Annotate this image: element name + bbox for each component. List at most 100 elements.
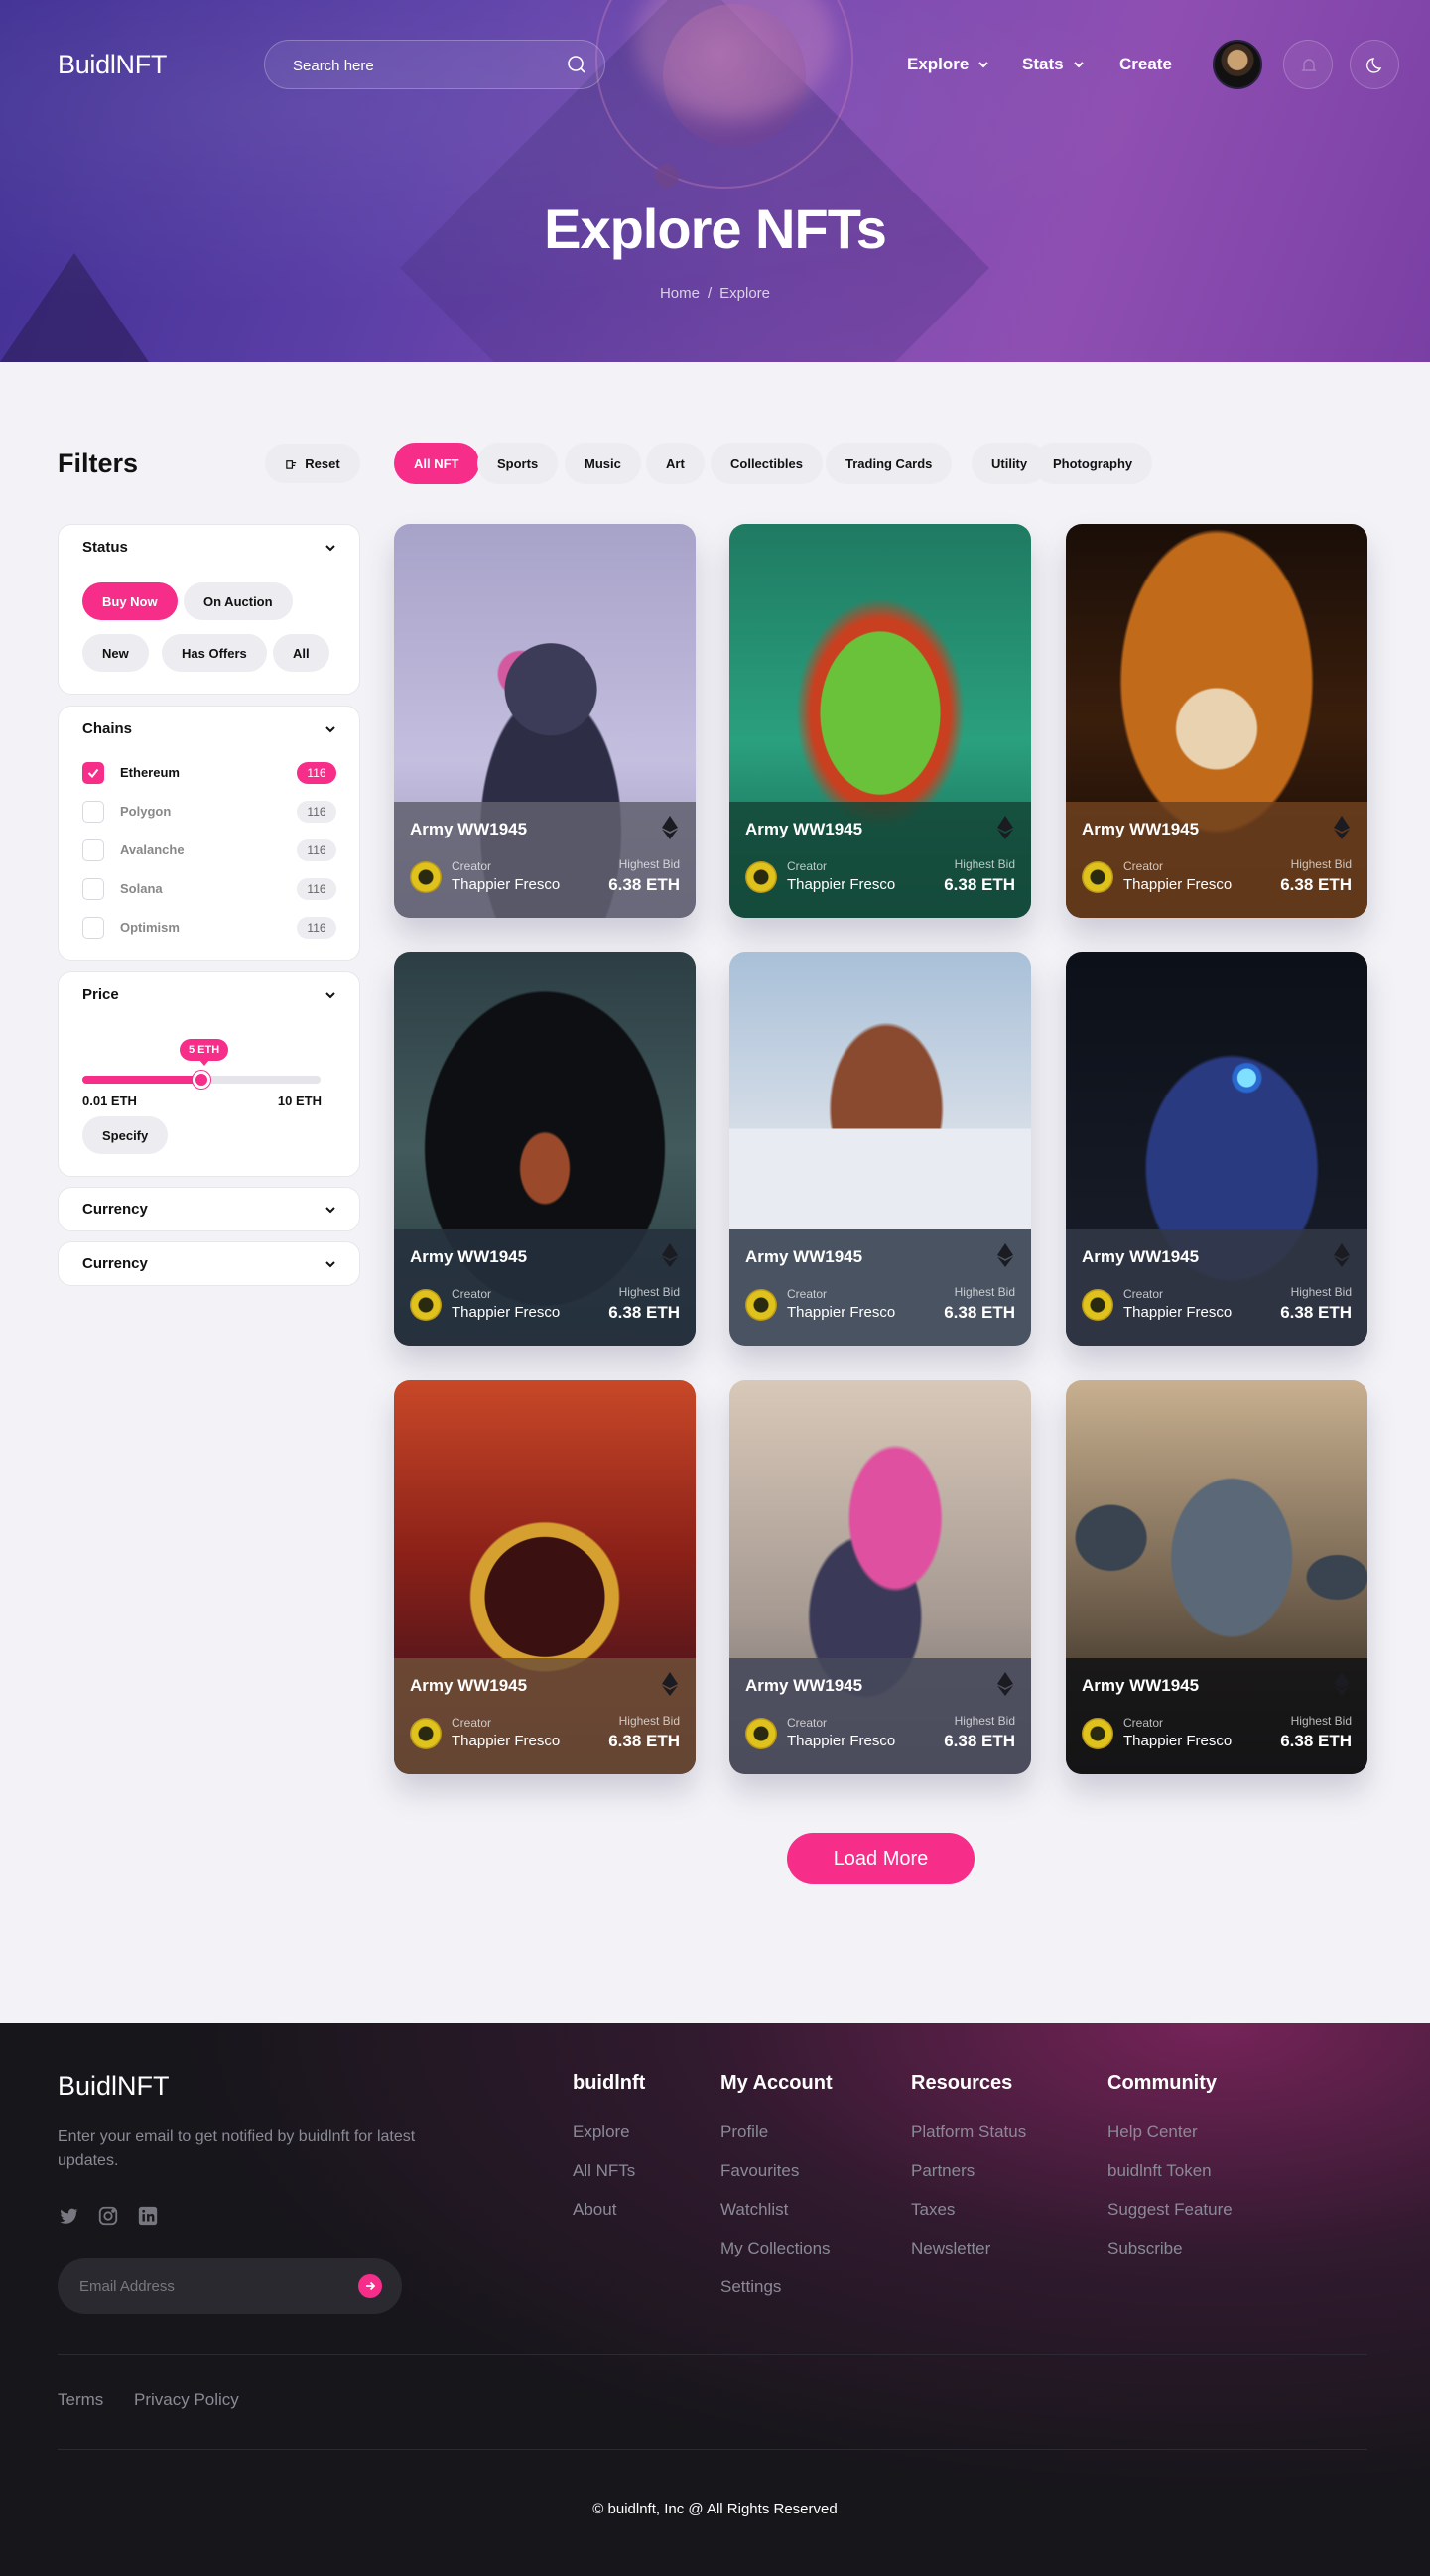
footer-link-about[interactable]: About <box>573 2200 616 2220</box>
chain-checkbox[interactable] <box>82 801 104 823</box>
creator-avatar[interactable] <box>1082 1289 1113 1321</box>
nft-card[interactable]: Army WW1945 Creator Thappier Fresco Highest… <box>394 524 696 918</box>
footer-link-platform-status[interactable]: Platform Status <box>911 2123 1026 2142</box>
footer-link-suggest-feature[interactable]: Suggest Feature <box>1107 2200 1233 2220</box>
footer-link-watchlist[interactable]: Watchlist <box>720 2200 788 2220</box>
subscribe-button[interactable] <box>358 2274 382 2298</box>
nav-create[interactable]: Create <box>1119 55 1172 74</box>
category-tab-all-nft[interactable]: All NFT <box>394 443 479 484</box>
chain-option[interactable]: Avalanche 116 <box>82 837 336 863</box>
email-field[interactable] <box>79 2275 337 2297</box>
creator-name[interactable]: Thappier Fresco <box>787 1733 895 1749</box>
status-new[interactable]: New <box>82 634 149 672</box>
reset-button[interactable]: Reset <box>265 444 360 483</box>
nav-explore[interactable]: Explore <box>907 55 990 74</box>
creator-name[interactable]: Thappier Fresco <box>787 876 895 893</box>
creator-avatar[interactable] <box>1082 861 1113 893</box>
site-logo[interactable]: BuidlNFT <box>58 50 167 80</box>
status-all[interactable]: All <box>273 634 329 672</box>
footer-link-buidlnft-token[interactable]: buidlnft Token <box>1107 2161 1212 2181</box>
creator-avatar[interactable] <box>410 1718 442 1749</box>
creator-avatar[interactable] <box>1082 1718 1113 1749</box>
nft-title[interactable]: Army WW1945 <box>1082 1247 1199 1267</box>
nft-title[interactable]: Army WW1945 <box>410 1247 527 1267</box>
chain-checkbox[interactable] <box>82 762 104 784</box>
price-slider[interactable]: 5 ETH <box>82 1039 321 1089</box>
creator-name[interactable]: Thappier Fresco <box>1123 876 1232 893</box>
footer-link-subscribe[interactable]: Subscribe <box>1107 2239 1183 2258</box>
price-slider-handle[interactable] <box>193 1071 210 1089</box>
currency-filter-panel[interactable]: Currency <box>58 1187 360 1231</box>
footer-link-favourites[interactable]: Favourites <box>720 2161 799 2181</box>
chevron-down-icon[interactable] <box>324 1257 337 1271</box>
notification-button[interactable] <box>1283 40 1333 89</box>
footer-link-partners[interactable]: Partners <box>911 2161 975 2181</box>
chevron-down-icon[interactable] <box>324 541 337 555</box>
creator-name[interactable]: Thappier Fresco <box>452 1733 560 1749</box>
creator-avatar[interactable] <box>745 861 777 893</box>
terms-link[interactable]: Terms <box>58 2390 103 2410</box>
chain-option[interactable]: Polygon 116 <box>82 799 336 825</box>
nft-title[interactable]: Army WW1945 <box>745 1676 862 1696</box>
price-specify-button[interactable]: Specify <box>82 1116 169 1154</box>
nft-card[interactable]: Army WW1945 Creator Thappier Fresco Highest… <box>729 524 1031 918</box>
nft-card[interactable]: Army WW1945 Creator Thappier Fresco Highest… <box>729 952 1031 1346</box>
load-more-button[interactable]: Load More <box>787 1833 975 1884</box>
creator-name[interactable]: Thappier Fresco <box>1123 1304 1232 1321</box>
footer-link-profile[interactable]: Profile <box>720 2123 768 2142</box>
status-on-auction[interactable]: On Auction <box>184 582 293 620</box>
nft-title[interactable]: Army WW1945 <box>410 820 527 839</box>
category-tab-collectibles[interactable]: Collectibles <box>711 443 823 484</box>
chevron-down-icon[interactable] <box>324 1203 337 1217</box>
nft-title[interactable]: Army WW1945 <box>1082 820 1199 839</box>
instagram-icon[interactable] <box>97 2205 119 2227</box>
category-tab-music[interactable]: Music <box>565 443 641 484</box>
nft-card[interactable]: Army WW1945 Creator Thappier Fresco Highest… <box>394 952 696 1346</box>
category-tab-photography[interactable]: Photography <box>1033 443 1153 484</box>
chain-checkbox[interactable] <box>82 839 104 861</box>
creator-name[interactable]: Thappier Fresco <box>787 1304 895 1321</box>
chain-checkbox[interactable] <box>82 878 104 900</box>
status-buy-now[interactable]: Buy Now <box>82 582 178 620</box>
nft-title[interactable]: Army WW1945 <box>410 1676 527 1696</box>
theme-toggle-button[interactable] <box>1350 40 1399 89</box>
status-has-offers[interactable]: Has Offers <box>162 634 267 672</box>
nav-stats[interactable]: Stats <box>1022 55 1086 74</box>
privacy-policy-link[interactable]: Privacy Policy <box>134 2390 239 2410</box>
creator-name[interactable]: Thappier Fresco <box>1123 1733 1232 1749</box>
creator-avatar[interactable] <box>745 1289 777 1321</box>
chain-checkbox[interactable] <box>82 917 104 939</box>
footer-link-taxes[interactable]: Taxes <box>911 2200 955 2220</box>
category-tab-trading-cards[interactable]: Trading Cards <box>826 443 953 484</box>
nft-title[interactable]: Army WW1945 <box>745 1247 862 1267</box>
footer-link-help-center[interactable]: Help Center <box>1107 2123 1198 2142</box>
chevron-down-icon[interactable] <box>324 722 337 736</box>
nft-card[interactable]: Army WW1945 Creator Thappier Fresco Highest… <box>1066 524 1367 918</box>
nft-card[interactable]: Army WW1945 Creator Thappier Fresco Highest… <box>1066 1380 1367 1774</box>
chain-option[interactable]: Optimism 116 <box>82 915 336 941</box>
user-avatar[interactable] <box>1213 40 1262 89</box>
creator-avatar[interactable] <box>410 1289 442 1321</box>
search-icon[interactable] <box>565 53 588 76</box>
footer-link-explore[interactable]: Explore <box>573 2123 630 2142</box>
nft-card[interactable]: Army WW1945 Creator Thappier Fresco Highest… <box>1066 952 1367 1346</box>
twitter-icon[interactable] <box>58 2205 79 2227</box>
creator-name[interactable]: Thappier Fresco <box>452 876 560 893</box>
footer-link-all-nfts[interactable]: All NFTs <box>573 2161 635 2181</box>
creator-name[interactable]: Thappier Fresco <box>452 1304 560 1321</box>
nft-title[interactable]: Army WW1945 <box>1082 1676 1199 1696</box>
nft-title[interactable]: Army WW1945 <box>745 820 862 839</box>
creator-avatar[interactable] <box>410 861 442 893</box>
search-input[interactable] <box>293 55 551 76</box>
category-tab-sports[interactable]: Sports <box>477 443 559 484</box>
breadcrumb-home[interactable]: Home <box>660 285 700 302</box>
chevron-down-icon[interactable] <box>324 988 337 1002</box>
chain-option[interactable]: Solana 116 <box>82 876 336 902</box>
linkedin-icon[interactable] <box>137 2205 159 2227</box>
nft-card[interactable]: Army WW1945 Creator Thappier Fresco Highest… <box>729 1380 1031 1774</box>
footer-link-my-collections[interactable]: My Collections <box>720 2239 831 2258</box>
footer-link-settings[interactable]: Settings <box>720 2277 781 2297</box>
chain-option[interactable]: Ethereum 116 <box>82 760 336 786</box>
footer-link-newsletter[interactable]: Newsletter <box>911 2239 990 2258</box>
category-tab-art[interactable]: Art <box>646 443 705 484</box>
